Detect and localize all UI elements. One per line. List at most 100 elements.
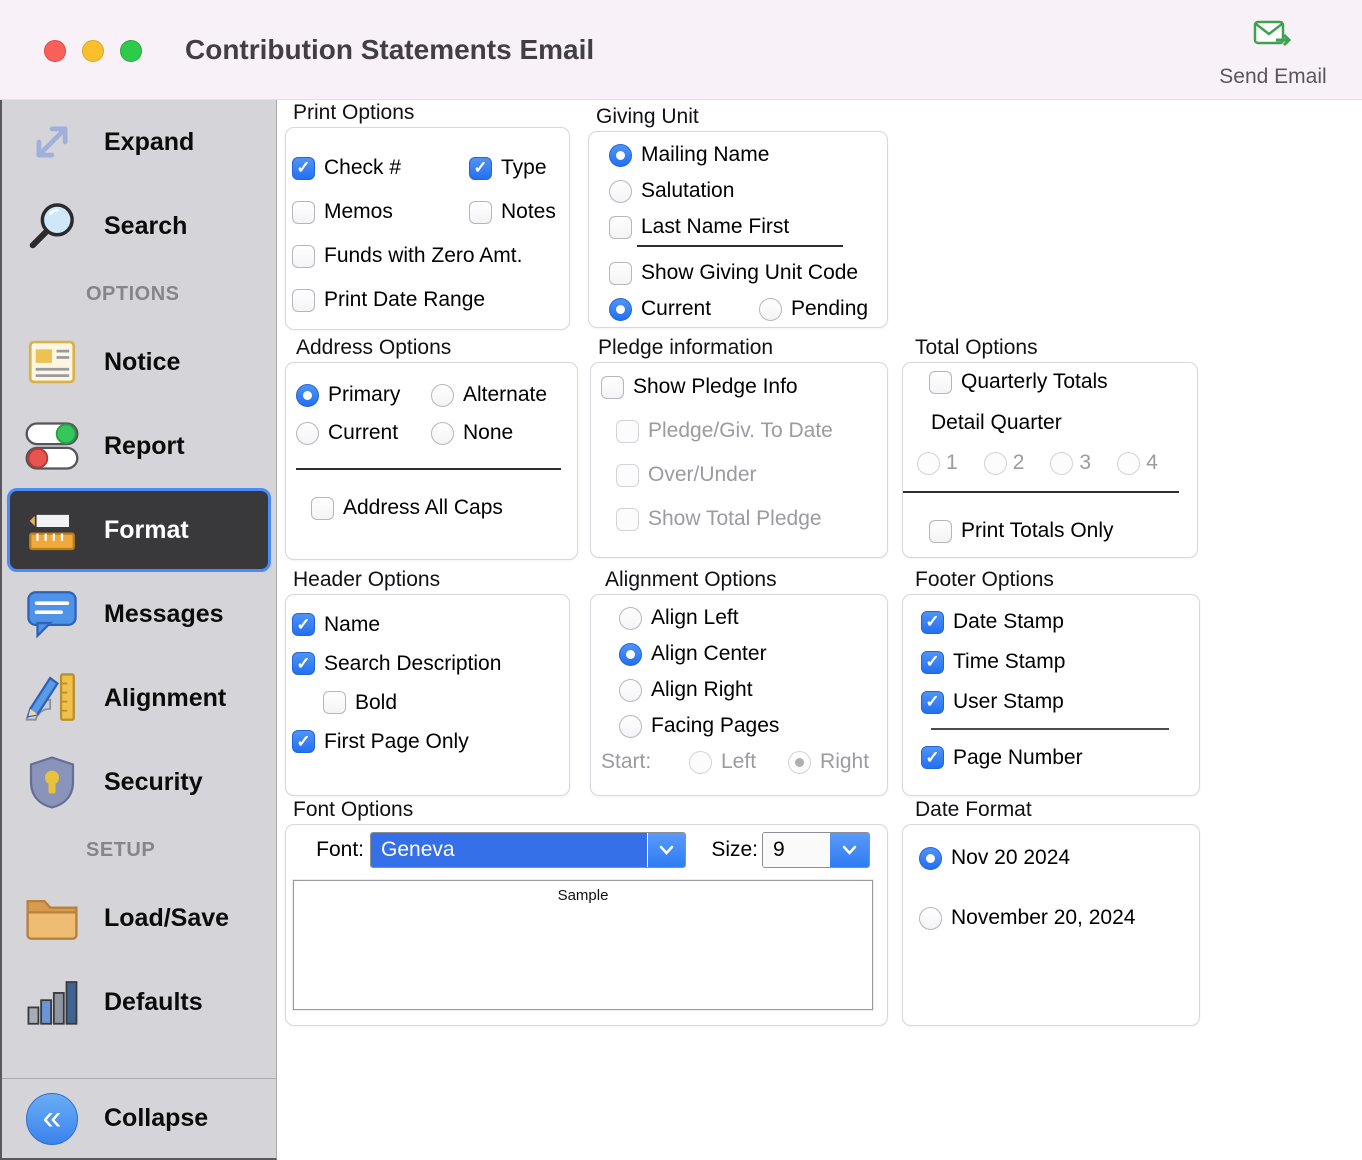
quarter-3-radio[interactable]: 3: [1050, 451, 1091, 475]
quarter-2-radio[interactable]: 2: [984, 451, 1025, 475]
last-name-first-checkbox[interactable]: Last Name First: [609, 215, 789, 239]
show-pledge-info-checkbox[interactable]: Show Pledge Info: [601, 375, 798, 399]
checkbox-icon: [311, 497, 334, 520]
check-number-checkbox[interactable]: Check #: [292, 156, 469, 180]
name-checkbox[interactable]: Name: [292, 613, 380, 637]
font-select[interactable]: Geneva: [370, 832, 686, 868]
send-email-button[interactable]: Send Email: [1208, 18, 1338, 89]
checkbox-icon: [292, 201, 315, 224]
quarterly-totals-checkbox[interactable]: Quarterly Totals: [929, 370, 1108, 394]
mailing-name-radio[interactable]: Mailing Name: [609, 143, 769, 167]
pending-radio[interactable]: Pending: [759, 297, 868, 321]
show-total-pledge-checkbox[interactable]: Show Total Pledge: [616, 507, 822, 531]
checkbox-icon: [601, 376, 624, 399]
sidebar-item-messages[interactable]: Messages: [2, 572, 276, 656]
none-radio[interactable]: None: [431, 421, 513, 445]
over-under-checkbox[interactable]: Over/Under: [616, 463, 757, 487]
search-description-checkbox[interactable]: Search Description: [292, 652, 501, 676]
sidebar-label: Defaults: [104, 988, 203, 1017]
footer-options-panel: Footer Options Date Stamp Time Stamp: [902, 568, 1200, 796]
radio-label: Salutation: [641, 179, 734, 203]
alignment-icon: [20, 666, 84, 730]
align-left-radio[interactable]: Align Left: [619, 606, 739, 630]
address-current-radio[interactable]: Current: [296, 421, 431, 445]
checkbox-icon: [616, 508, 639, 531]
giving-unit-title: Giving Unit: [596, 105, 888, 128]
chevron-down-icon[interactable]: [829, 833, 869, 867]
print-totals-only-checkbox[interactable]: Print Totals Only: [929, 519, 1114, 543]
radio-label: Align Center: [651, 642, 767, 666]
alternate-radio[interactable]: Alternate: [431, 383, 547, 407]
first-page-only-checkbox[interactable]: First Page Only: [292, 730, 469, 754]
primary-radio[interactable]: Primary: [296, 383, 431, 407]
size-label: Size:: [710, 838, 758, 862]
messages-icon: [20, 582, 84, 646]
print-date-range-checkbox[interactable]: Print Date Range: [292, 288, 485, 312]
checkbox-icon: [609, 262, 632, 285]
checkbox-icon: [469, 157, 492, 180]
radio-label: Align Right: [651, 678, 753, 702]
sidebar-item-expand[interactable]: Expand: [2, 100, 276, 184]
minimize-window-button[interactable]: [82, 40, 104, 62]
funds-with-zero-amt-checkbox[interactable]: Funds with Zero Amt.: [292, 244, 522, 268]
notice-icon: [20, 330, 84, 394]
bar-chart-icon: [20, 970, 84, 1034]
quarter-4-radio[interactable]: 4: [1117, 451, 1158, 475]
salutation-radio[interactable]: Salutation: [609, 179, 734, 203]
radio-label: 3: [1079, 451, 1091, 475]
current-radio[interactable]: Current: [609, 297, 759, 321]
memos-checkbox[interactable]: Memos: [292, 200, 469, 224]
checkbox-icon: [292, 730, 315, 753]
facing-pages-radio[interactable]: Facing Pages: [619, 714, 779, 738]
quarter-1-radio[interactable]: 1: [917, 451, 958, 475]
size-select[interactable]: 9: [762, 832, 870, 868]
checkbox-label: User Stamp: [953, 690, 1064, 714]
checkbox-icon: [292, 652, 315, 675]
sidebar-item-search[interactable]: Search: [2, 184, 276, 268]
align-right-radio[interactable]: Align Right: [619, 678, 753, 702]
checkbox-label: Print Date Range: [324, 288, 485, 312]
radio-icon: [689, 751, 712, 774]
start-right-radio[interactable]: Right: [788, 750, 869, 774]
radio-icon: [296, 422, 319, 445]
time-stamp-checkbox[interactable]: Time Stamp: [921, 650, 1065, 674]
sidebar-item-alignment[interactable]: Alignment: [2, 656, 276, 740]
close-window-button[interactable]: [44, 40, 66, 62]
checkbox-label: Pledge/Giv. To Date: [648, 419, 833, 443]
divider: [296, 468, 561, 470]
radio-icon: [619, 643, 642, 666]
sidebar-item-report[interactable]: Report: [2, 404, 276, 488]
page-number-checkbox[interactable]: Page Number: [921, 746, 1083, 770]
align-center-radio[interactable]: Align Center: [619, 642, 767, 666]
radio-label: 4: [1146, 451, 1158, 475]
show-giving-unit-code-checkbox[interactable]: Show Giving Unit Code: [609, 261, 858, 285]
bold-checkbox[interactable]: Bold: [323, 691, 397, 715]
start-left-radio[interactable]: Left: [689, 750, 756, 774]
checkbox-label: Address All Caps: [343, 496, 503, 520]
sidebar-item-format[interactable]: Format: [7, 488, 271, 572]
sidebar-label: Report: [104, 432, 185, 461]
checkbox-icon: [323, 691, 346, 714]
sidebar-item-security[interactable]: Security: [2, 740, 276, 824]
pledge-giv-to-date-checkbox[interactable]: Pledge/Giv. To Date: [616, 419, 833, 443]
sidebar-item-defaults[interactable]: Defaults: [2, 960, 276, 1044]
send-email-icon: [1253, 18, 1293, 57]
checkbox-icon: [921, 746, 944, 769]
type-checkbox[interactable]: Type: [469, 156, 547, 180]
notes-checkbox[interactable]: Notes: [469, 200, 556, 224]
short-date-radio[interactable]: Nov 20 2024: [919, 846, 1070, 870]
user-stamp-checkbox[interactable]: User Stamp: [921, 690, 1064, 714]
window-title: Contribution Statements Email: [185, 34, 594, 66]
date-stamp-checkbox[interactable]: Date Stamp: [921, 610, 1064, 634]
radio-label: 1: [946, 451, 958, 475]
address-all-caps-checkbox[interactable]: Address All Caps: [311, 496, 503, 520]
security-icon: [20, 750, 84, 814]
sidebar-label: Messages: [104, 600, 224, 629]
long-date-radio[interactable]: November 20, 2024: [919, 906, 1135, 930]
radio-label: 2: [1013, 451, 1025, 475]
sidebar-item-collapse[interactable]: « Collapse: [2, 1078, 276, 1158]
sidebar-item-notice[interactable]: Notice: [2, 320, 276, 404]
zoom-window-button[interactable]: [120, 40, 142, 62]
chevron-down-icon[interactable]: [647, 833, 685, 867]
sidebar-item-load-save[interactable]: Load/Save: [2, 876, 276, 960]
